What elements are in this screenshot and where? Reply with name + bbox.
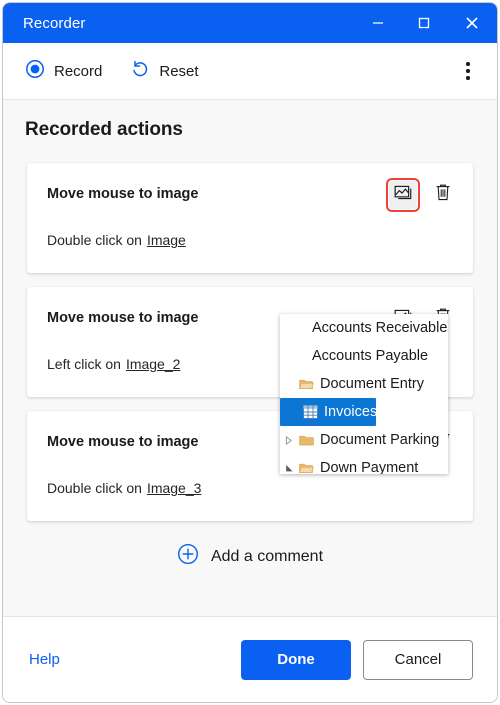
content-area: Recorded actions Move mouse to image Dou… xyxy=(3,100,497,616)
record-label: Record xyxy=(54,62,103,80)
help-link[interactable]: Help xyxy=(29,651,60,668)
tree-item-selected[interactable]: Invoices xyxy=(280,398,377,426)
delete-icon xyxy=(434,183,452,207)
action-title: Move mouse to image xyxy=(47,186,199,202)
kebab-dot xyxy=(466,69,470,73)
chevron-expanded-icon[interactable] xyxy=(282,464,296,473)
kebab-dot xyxy=(466,76,470,80)
image-thumbnail-icon xyxy=(394,183,413,207)
command-bar: Record Reset xyxy=(3,43,497,100)
chevron-collapsed-icon[interactable] xyxy=(282,435,296,445)
maximize-button[interactable] xyxy=(401,3,447,43)
footer-bar: Help Done Cancel xyxy=(3,616,497,702)
action-description-text: Left click on xyxy=(47,356,121,372)
folder-icon xyxy=(296,434,316,447)
close-icon xyxy=(464,15,480,31)
more-options-button[interactable] xyxy=(451,54,485,88)
tree-item-label: Document Entry xyxy=(320,376,424,392)
action-title: Move mouse to image xyxy=(47,310,199,326)
add-comment-label: Add a comment xyxy=(210,547,324,565)
action-target-link[interactable]: Image xyxy=(147,232,186,248)
record-button[interactable]: Record xyxy=(21,54,112,89)
action-card: Move mouse to image xyxy=(27,163,473,273)
action-card-buttons xyxy=(386,178,457,212)
done-button[interactable]: Done xyxy=(241,639,351,680)
page-title: Recorded actions xyxy=(25,119,183,140)
table-grid-icon xyxy=(300,405,320,419)
action-title: Move mouse to image xyxy=(47,434,199,450)
action-target-link[interactable]: Image_3 xyxy=(147,480,201,496)
title-bar: Recorder xyxy=(3,3,497,43)
reset-icon xyxy=(130,59,150,84)
window-title: Recorder xyxy=(23,14,86,32)
app-root: Recorder Record Reset Recorded actions M… xyxy=(0,0,500,705)
maximize-icon xyxy=(417,16,431,30)
recorder-window: Recorder Record Reset Recorded actions M… xyxy=(2,2,498,703)
add-comment-button[interactable]: Add a comment xyxy=(3,543,497,570)
minimize-icon xyxy=(371,16,385,30)
footer-buttons: Done Cancel xyxy=(241,639,473,680)
folder-open-icon xyxy=(296,378,316,391)
reset-button[interactable]: Reset xyxy=(126,54,208,89)
tree-item-label: Down Payment xyxy=(320,460,419,474)
action-description: Double click on Image xyxy=(47,231,457,250)
action-description-text: Double click on xyxy=(47,480,142,496)
record-icon xyxy=(25,59,45,84)
action-card-header: Move mouse to image xyxy=(47,178,457,212)
tree-item-label: Document Parking xyxy=(320,432,440,448)
minimize-button[interactable] xyxy=(355,3,401,43)
tree-item[interactable]: Document Parking xyxy=(280,426,448,454)
tree-item[interactable]: Down Payment xyxy=(280,454,448,474)
plus-circle-icon xyxy=(177,543,199,570)
window-controls xyxy=(355,3,497,43)
image-preview-popup: Accounts Receivable Accounts Payable Doc… xyxy=(280,314,448,474)
tree-item[interactable]: Document Entry xyxy=(280,370,448,398)
close-button[interactable] xyxy=(447,3,497,43)
tree-item-label: Accounts Receivable xyxy=(312,320,448,336)
folder-open-icon xyxy=(296,462,316,475)
action-target-link[interactable]: Image_2 xyxy=(126,356,180,372)
action-description: Double click on Image_3 xyxy=(47,479,457,498)
reset-label: Reset xyxy=(159,62,199,80)
tree-item[interactable]: Accounts Receivable xyxy=(280,314,448,342)
action-description-text: Double click on xyxy=(47,232,142,248)
tree-item[interactable]: Accounts Payable xyxy=(280,342,448,370)
kebab-dot xyxy=(466,62,470,66)
tree-item-label: Invoices xyxy=(324,404,378,420)
delete-action-button[interactable] xyxy=(429,181,457,209)
tree-item-label: Accounts Payable xyxy=(312,348,429,364)
cancel-button[interactable]: Cancel xyxy=(363,639,473,680)
image-preview-button[interactable] xyxy=(386,178,420,212)
